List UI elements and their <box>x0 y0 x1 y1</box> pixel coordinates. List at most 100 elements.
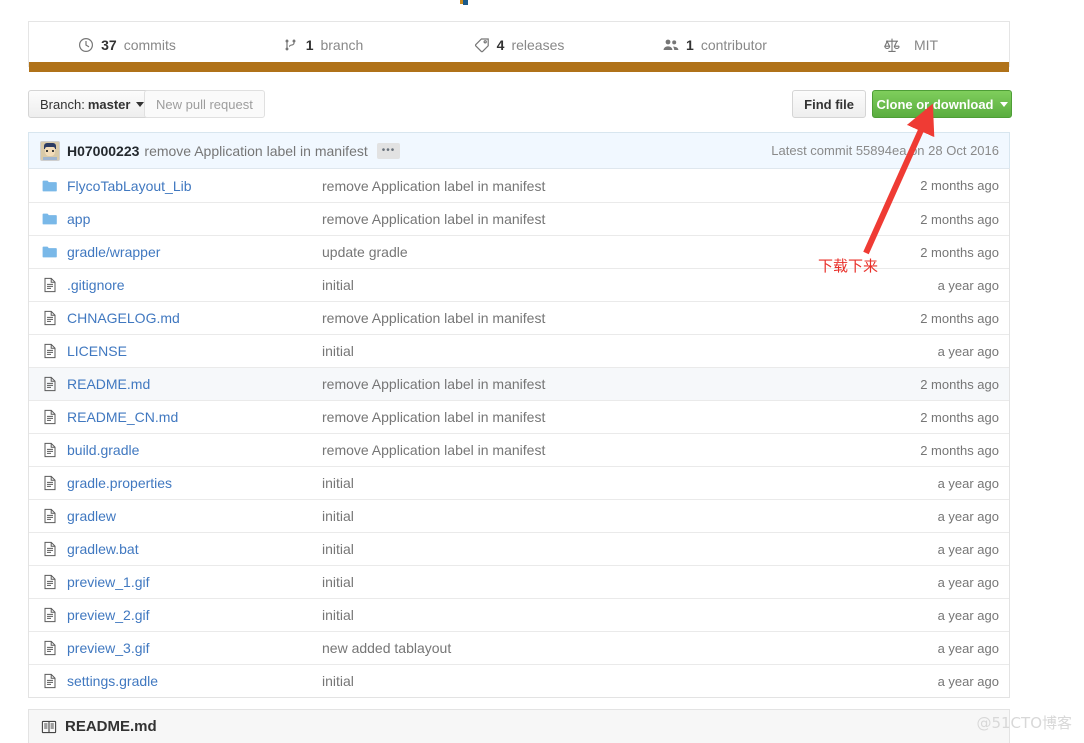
file-name-link[interactable]: gradlew.bat <box>67 541 322 557</box>
file-commit-message[interactable]: initial <box>322 277 869 293</box>
stat-branches-count: 1 <box>305 36 314 53</box>
file-commit-message[interactable]: remove Application label in manifest <box>322 409 869 425</box>
stat-releases-label: releases <box>511 36 565 53</box>
file-commit-message[interactable]: remove Application label in manifest <box>322 442 869 458</box>
table-row[interactable]: build.gradle remove Application label in … <box>29 433 1009 466</box>
commit-message-link[interactable]: remove Application label in manifest <box>144 143 367 159</box>
file-icon <box>42 508 58 524</box>
table-row[interactable]: FlycoTabLayout_Lib remove Application lab… <box>29 169 1009 202</box>
table-row[interactable]: gradlew.bat initial a year ago <box>29 532 1009 565</box>
file-name-link[interactable]: preview_2.gif <box>67 607 322 623</box>
file-age: 2 months ago <box>920 244 999 260</box>
branch-name-label: master <box>87 96 131 112</box>
commit-on-label: on <box>910 143 925 158</box>
file-name-link[interactable]: build.gradle <box>67 442 322 458</box>
table-row[interactable]: LICENSE initial a year ago <box>29 334 1009 367</box>
file-name-link[interactable]: README.md <box>67 376 322 392</box>
table-row[interactable]: preview_1.gif initial a year ago <box>29 565 1009 598</box>
commit-author-link[interactable]: H07000223 <box>67 143 139 159</box>
file-name-link[interactable]: .gitignore <box>67 277 322 293</box>
stat-branches-label: branch <box>320 36 364 53</box>
tag-icon <box>474 37 490 53</box>
latest-commit-bar: H07000223 remove Application label in ma… <box>28 132 1010 168</box>
file-commit-message[interactable]: initial <box>322 343 869 359</box>
file-icon <box>42 574 58 590</box>
file-commit-message[interactable]: remove Application label in manifest <box>322 211 869 227</box>
file-commit-message[interactable]: remove Application label in manifest <box>322 310 869 326</box>
readme-title: README.md <box>65 718 157 735</box>
law-icon <box>883 37 900 53</box>
table-row[interactable]: README_CN.md remove Application label in … <box>29 400 1009 433</box>
commit-sha-link[interactable]: 55894ea <box>856 143 907 158</box>
folder-icon <box>42 211 58 227</box>
file-age: a year ago <box>937 673 999 689</box>
file-commit-message[interactable]: remove Application label in manifest <box>322 376 869 392</box>
file-age: a year ago <box>937 277 999 293</box>
file-age: a year ago <box>937 607 999 623</box>
file-list: FlycoTabLayout_Lib remove Application lab… <box>28 168 1010 698</box>
file-name-link[interactable]: settings.gradle <box>67 673 322 689</box>
table-row[interactable]: settings.gradle initial a year ago <box>29 664 1009 697</box>
table-row[interactable]: README.md remove Application label in man… <box>29 367 1009 400</box>
stat-branches[interactable]: 1 branch <box>225 22 421 67</box>
history-icon <box>78 37 94 53</box>
file-age: a year ago <box>937 574 999 590</box>
file-name-link[interactable]: LICENSE <box>67 343 322 359</box>
clone-or-download-button[interactable]: Clone or download <box>872 90 1012 118</box>
file-age: 2 months ago <box>920 178 999 193</box>
table-row[interactable]: preview_3.gif new added tablayout a year a… <box>29 631 1009 664</box>
find-file-button[interactable]: Find file <box>792 90 866 118</box>
avatar[interactable] <box>40 140 60 161</box>
file-name-link[interactable]: gradle/wrapper <box>67 244 322 260</box>
table-row[interactable]: CHNAGELOG.md remove Application label in … <box>29 301 1009 334</box>
file-age: 2 months ago <box>920 211 999 227</box>
file-name-link[interactable]: preview_1.gif <box>67 574 322 590</box>
expand-commit-message-button[interactable]: ••• <box>376 142 401 159</box>
file-commit-message[interactable]: remove Application label in manifest <box>322 178 869 194</box>
stat-contributors[interactable]: 1 contributor <box>617 22 813 67</box>
file-name-link[interactable]: CHNAGELOG.md <box>67 310 322 326</box>
file-name-link[interactable]: FlycoTabLayout_Lib <box>67 178 322 194</box>
table-row[interactable]: preview_2.gif initial a year ago <box>29 598 1009 631</box>
file-age: 2 months ago <box>920 442 999 458</box>
file-icon <box>42 310 58 326</box>
annotation-note: 下载下来 <box>818 257 879 275</box>
stat-commits[interactable]: 37 commits <box>29 22 225 67</box>
file-age: a year ago <box>937 508 999 524</box>
file-name-link[interactable]: app <box>67 211 322 227</box>
file-commit-message[interactable]: update gradle <box>322 244 869 260</box>
stat-releases[interactable]: 4 releases <box>421 22 617 67</box>
new-pull-request-button[interactable]: New pull request <box>144 90 265 118</box>
file-commit-message[interactable]: initial <box>322 508 869 524</box>
branch-select-button[interactable]: Branch: master <box>28 90 157 118</box>
table-row[interactable]: app remove Application label in manifest 2… <box>29 202 1009 235</box>
repository-toolbar: Branch: master New pull request Find fil… <box>28 90 1012 118</box>
file-name-link[interactable]: preview_3.gif <box>67 640 322 656</box>
find-file-label: Find file <box>804 96 854 112</box>
file-commit-message[interactable]: initial <box>322 574 869 590</box>
file-icon <box>42 673 58 689</box>
file-commit-message[interactable]: new added tablayout <box>322 640 869 656</box>
table-row[interactable]: gradle.properties initial a year ago <box>29 466 1009 499</box>
file-age: 2 months ago <box>920 376 999 392</box>
table-row[interactable]: gradlew initial a year ago <box>29 499 1009 532</box>
file-commit-message[interactable]: initial <box>322 673 869 689</box>
file-age: 2 months ago <box>920 310 999 326</box>
people-icon <box>663 37 679 53</box>
file-commit-message[interactable]: initial <box>322 607 869 623</box>
file-commit-message[interactable]: initial <box>322 541 869 557</box>
stat-license-label: MIT <box>913 36 939 53</box>
language-color-bar <box>29 62 1009 72</box>
stat-license[interactable]: MIT <box>813 22 1009 67</box>
file-name-link[interactable]: gradlew <box>67 508 322 524</box>
watermark: @51CTO博客 <box>976 714 1072 732</box>
file-icon <box>42 640 58 656</box>
file-icon <box>42 442 58 458</box>
file-name-link[interactable]: gradle.properties <box>67 475 322 491</box>
file-icon <box>42 475 58 491</box>
file-name-link[interactable]: README_CN.md <box>67 409 322 425</box>
stat-contributors-count: 1 <box>686 36 694 53</box>
stat-commits-label: commits <box>123 36 176 53</box>
file-icon <box>42 541 58 557</box>
file-commit-message[interactable]: initial <box>322 475 869 491</box>
